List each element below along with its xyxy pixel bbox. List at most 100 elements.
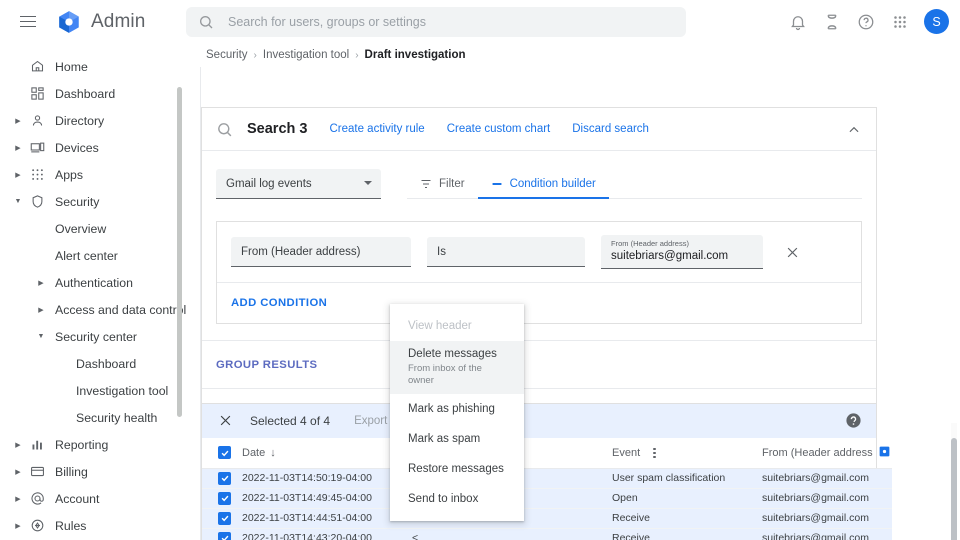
chevron-right-icon[interactable]: ▶ (12, 142, 24, 154)
sidebar-item-dashboard[interactable]: Dashboard (0, 80, 186, 107)
help-circle-icon[interactable] (851, 7, 881, 37)
chevron-right-icon[interactable]: ▶ (12, 169, 24, 181)
sidebar-item-devices[interactable]: ▶ Devices (0, 134, 186, 161)
close-icon[interactable] (781, 241, 803, 263)
sidebar-item-investigation-tool[interactable]: Investigation tool (0, 377, 186, 404)
sidebar-scrollbar[interactable] (177, 87, 182, 417)
results-panel: Selected 4 of 4 Export all Date ↓ Event … (201, 403, 892, 540)
brand-logo-link[interactable]: Admin (56, 9, 145, 35)
select-all-checkbox[interactable] (218, 446, 231, 460)
chevron-right-icon[interactable]: ▶ (12, 520, 24, 532)
sidebar-item-access-and-data-control[interactable]: ▶ Access and data control (0, 296, 186, 323)
menu-item-mark-as-phishing[interactable]: Mark as phishing (390, 394, 524, 424)
devices-icon (29, 140, 45, 156)
menu-item-restore-messages[interactable]: Restore messages (390, 454, 524, 484)
cell-event: Open (612, 488, 762, 509)
chevron-right-icon[interactable]: ▶ (12, 493, 24, 505)
menu-item-label: Send to inbox (408, 493, 479, 505)
cell-event: User spam classification (612, 468, 762, 489)
sidebar-item-authentication[interactable]: ▶ Authentication (0, 269, 186, 296)
row-checkbox[interactable] (218, 531, 231, 540)
condition-operator-select[interactable]: Is (427, 237, 585, 267)
sidebar-item-security[interactable]: ▼ Security (0, 188, 186, 215)
search-input[interactable] (228, 15, 668, 29)
hourglass-icon[interactable] (817, 7, 847, 37)
column-settings-icon[interactable] (878, 445, 891, 461)
create-activity-rule-link[interactable]: Create activity rule (329, 123, 424, 135)
sidebar-item-security-health[interactable]: Security health (0, 404, 186, 431)
sidebar-item-security-dashboard[interactable]: Dashboard (0, 350, 186, 377)
chevron-down-icon (364, 181, 372, 185)
vertical-scrollbar[interactable] (951, 438, 957, 540)
condition-value-field[interactable]: From (Header address) suitebriars@gmail.… (601, 235, 763, 269)
chevron-right-icon[interactable]: ▶ (12, 115, 24, 127)
global-search-box[interactable] (186, 7, 686, 37)
column-header-event[interactable]: Event (612, 438, 762, 469)
chevron-right-icon[interactable]: ▶ (35, 304, 47, 316)
column-options-kebab-icon[interactable] (653, 447, 656, 458)
sidebar-item-account[interactable]: ▶ Account (0, 485, 186, 512)
sidebar-item-label: Security center (55, 329, 138, 344)
breadcrumb-security[interactable]: Security (206, 49, 248, 61)
sidebar-item-billing[interactable]: ▶ Billing (0, 458, 186, 485)
column-header-date[interactable]: Date ↓ (242, 438, 412, 469)
chevron-down-icon[interactable]: ▼ (35, 331, 47, 343)
cell-event: Receive (612, 528, 762, 540)
cell-from: suitebriars@gmail.com (762, 508, 892, 529)
condition-field-select[interactable]: From (Header address) (231, 237, 411, 267)
results-selection-bar: Selected 4 of 4 Export all (202, 404, 876, 438)
chevron-right-icon[interactable]: ▶ (12, 439, 24, 451)
row-checkbox[interactable] (218, 511, 231, 525)
sidebar-item-rules[interactable]: ▶ Rules (0, 512, 186, 539)
sidebar-item-apps[interactable]: ▶ Apps (0, 161, 186, 188)
row-checkbox[interactable] (218, 491, 231, 505)
help-circle-icon[interactable] (845, 412, 862, 434)
table-row[interactable]: 2022-11-03T14:49:45-04:00 < Open suitebr… (202, 488, 892, 509)
create-custom-chart-link[interactable]: Create custom chart (447, 123, 551, 135)
search-mode-tabs: Filter Condition builder (407, 178, 862, 199)
table-row[interactable]: 2022-11-03T14:50:19-04:00 < User spam cl… (202, 468, 892, 489)
avatar[interactable]: S (924, 9, 949, 34)
brand-title: Admin (91, 10, 146, 32)
table-header-row: Date ↓ M Event (202, 438, 892, 469)
sidebar-item-overview[interactable]: Overview (0, 215, 186, 242)
menu-item-delete-messages[interactable]: Delete messages From inbox of the owner (390, 341, 524, 394)
menu-item-send-to-inbox[interactable]: Send to inbox (390, 484, 524, 514)
menu-item-label: Mark as spam (408, 433, 481, 445)
row-checkbox[interactable] (218, 471, 231, 485)
menu-item-send-to-quarantine[interactable]: Send to quarantine (390, 514, 524, 521)
sidebar-item-label: Access and data control (55, 302, 186, 317)
apps-dots-icon (29, 167, 45, 183)
sidebar-item-home[interactable]: Home (0, 53, 186, 80)
group-results-button[interactable]: GROUP RESULTS (202, 340, 876, 388)
sidebar-item-security-center[interactable]: ▼ Security center (0, 323, 186, 350)
notifications-bell-icon[interactable] (783, 7, 813, 37)
sidebar-item-label: Alert center (55, 248, 118, 263)
menu-item-view-header: View header (390, 311, 524, 341)
discard-search-link[interactable]: Discard search (572, 123, 649, 135)
chevron-right-icon[interactable]: ▶ (35, 277, 47, 289)
clear-selection-icon[interactable] (218, 413, 234, 429)
hamburger-icon[interactable] (8, 2, 48, 42)
chevron-down-icon[interactable]: ▼ (12, 196, 24, 208)
sidebar-item-reporting[interactable]: ▶ Reporting (0, 431, 186, 458)
apps-grid-icon[interactable] (885, 7, 915, 37)
table-row[interactable]: 2022-11-03T14:44:51-04:00 < Receive suit… (202, 508, 892, 529)
table-row[interactable]: 2022-11-03T14:43:20-04:00 < Receive suit… (202, 528, 892, 540)
sidebar-item-label: Dashboard (76, 356, 137, 371)
sort-arrow-icon: ↓ (270, 446, 276, 459)
breadcrumb-investigation-tool[interactable]: Investigation tool (263, 49, 349, 61)
add-condition-button[interactable]: ADD CONDITION (217, 283, 861, 323)
search-icon (218, 122, 232, 136)
sidebar-item-alert-center[interactable]: Alert center (0, 242, 186, 269)
data-source-select[interactable]: Gmail log events (216, 169, 381, 199)
menu-item-mark-as-spam[interactable]: Mark as spam (390, 424, 524, 454)
investigation-content: Search 3 Create activity rule Create cus… (200, 67, 892, 540)
column-header-from[interactable]: From (Header address (762, 438, 892, 469)
chevron-right-icon[interactable]: ▶ (12, 466, 24, 478)
menu-item-label: Mark as phishing (408, 403, 495, 415)
tab-condition-builder[interactable]: Condition builder (477, 178, 610, 199)
tab-filter[interactable]: Filter (407, 178, 478, 198)
chevron-up-icon[interactable] (844, 120, 864, 140)
sidebar-item-directory[interactable]: ▶ Directory (0, 107, 186, 134)
